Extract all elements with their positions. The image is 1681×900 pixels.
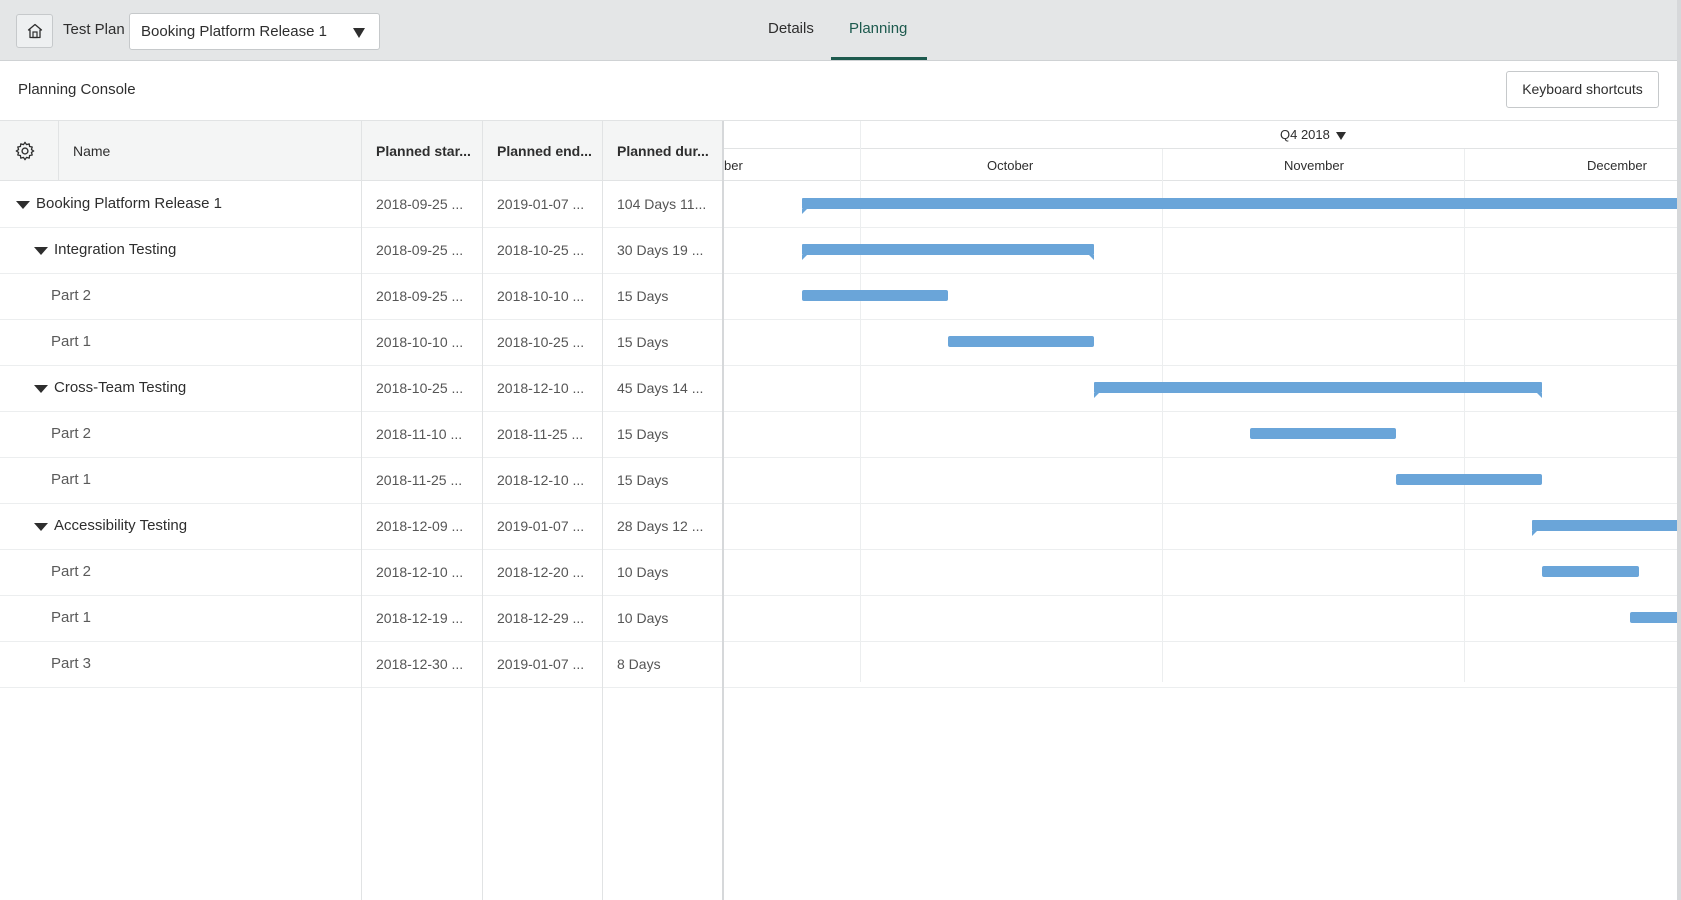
row-name: Part 1 [51,333,92,350]
gear-icon[interactable] [14,140,36,162]
top-bar: Test Plan Booking Platform Release 1 Det… [0,0,1681,61]
row-planned-start: 2018-12-30 ... [376,656,464,672]
task-grid: Name Planned star... Planned end... Plan… [0,121,724,900]
row-planned-start: 2018-09-25 ... [376,288,464,304]
column-header-name[interactable]: Name [73,143,110,159]
row-name: Part 1 [51,609,92,626]
month-label: ber [724,158,743,173]
caret-down-icon [353,28,365,38]
month-label: November [1284,158,1344,173]
row-planned-start: 2018-12-10 ... [376,564,464,580]
gantt-summary-bar[interactable] [1532,520,1681,536]
gantt-row [724,596,1681,642]
scrollbar[interactable] [1677,0,1681,900]
active-tab-indicator [831,57,927,60]
quarter-selector[interactable]: Q4 2018 [1280,127,1346,142]
gantt-summary-bar[interactable] [1093,382,1543,398]
row-planned-end: 2018-12-29 ... [497,610,585,626]
column-header-planned-duration[interactable]: Planned dur... [617,143,709,159]
gantt-row [724,642,1681,688]
triangle-down-icon[interactable] [34,385,48,393]
gantt-row [724,412,1681,458]
column-header-planned-start[interactable]: Planned star... [376,143,471,159]
row-planned-start: 2018-09-25 ... [376,196,464,212]
row-planned-duration: 15 Days [617,472,669,488]
grid-settings-cell[interactable] [0,121,59,181]
gantt-task-bar[interactable] [1249,428,1396,439]
row-planned-duration: 15 Days [617,426,669,442]
row-name: Accessibility Testing [54,517,188,534]
keyboard-shortcuts-button[interactable]: Keyboard shortcuts [1506,71,1659,108]
quarter-label: Q4 2018 [1280,127,1330,142]
row-name: Cross-Team Testing [54,379,187,396]
test-plan-select-value: Booking Platform Release 1 [141,23,327,40]
row-planned-duration: 28 Days 12 ... [617,518,704,534]
row-planned-end: 2018-10-25 ... [497,334,585,350]
row-planned-start: 2018-09-25 ... [376,242,464,258]
caret-down-icon [1335,131,1346,140]
gantt-task-bar[interactable] [1541,566,1640,577]
row-planned-start: 2018-10-10 ... [376,334,464,350]
planning-console-title: Planning Console [18,81,136,98]
row-planned-duration: 10 Days [617,564,669,580]
gantt-summary-bar[interactable] [801,198,1681,214]
row-name: Part 3 [51,655,92,672]
row-planned-end: 2019-01-07 ... [497,196,585,212]
row-name: Booking Platform Release 1 [36,195,222,212]
column-header-planned-end[interactable]: Planned end... [497,143,592,159]
gantt-quarter-header: Q4 2018 [724,121,1681,149]
gantt-chart: Q4 2018 ber October November December [724,121,1681,900]
row-name: Part 2 [51,563,92,580]
row-name: Part 2 [51,425,92,442]
app-frame: Test Plan Booking Platform Release 1 Det… [0,0,1681,900]
triangle-down-icon[interactable] [34,523,48,531]
row-planned-end: 2018-12-10 ... [497,380,585,396]
gantt-task-bar[interactable] [1629,612,1681,623]
row-planned-end: 2018-10-10 ... [497,288,585,304]
row-planned-start: 2018-11-10 ... [376,426,463,442]
gantt-task-bar[interactable] [801,290,948,301]
gantt-month-header: ber October November December [724,149,1681,181]
row-planned-end: 2018-11-25 ... [497,426,584,442]
row-planned-duration: 15 Days [617,288,669,304]
tab-planning[interactable]: Planning [849,20,907,37]
row-planned-end: 2019-01-07 ... [497,656,585,672]
row-planned-end: 2018-12-20 ... [497,564,585,580]
home-button[interactable] [16,14,53,48]
column-divider[interactable] [482,121,483,900]
gantt-row [724,320,1681,366]
test-plan-select[interactable]: Booking Platform Release 1 [129,13,380,50]
row-planned-duration: 45 Days 14 ... [617,380,704,396]
gantt-summary-bar[interactable] [801,244,1095,260]
row-planned-end: 2018-10-25 ... [497,242,585,258]
gantt-task-bar[interactable] [1395,474,1542,485]
test-plan-label: Test Plan [63,21,125,38]
month-label: October [987,158,1034,173]
row-planned-end: 2018-12-10 ... [497,472,585,488]
triangle-down-icon[interactable] [16,201,30,209]
tab-details[interactable]: Details [768,20,814,37]
home-icon [27,23,42,39]
row-planned-start: 2018-12-19 ... [376,610,464,626]
row-name: Part 2 [51,287,92,304]
gantt-row [724,550,1681,596]
row-planned-start: 2018-10-25 ... [376,380,464,396]
triangle-down-icon[interactable] [34,247,48,255]
row-planned-start: 2018-11-25 ... [376,472,463,488]
row-planned-duration: 8 Days [617,656,661,672]
column-divider[interactable] [361,121,362,900]
row-planned-end: 2019-01-07 ... [497,518,585,534]
row-planned-duration: 104 Days 11... [617,196,707,212]
row-planned-start: 2018-12-09 ... [376,518,464,534]
row-planned-duration: 10 Days [617,610,669,626]
row-planned-duration: 30 Days 19 ... [617,242,704,258]
column-divider[interactable] [602,121,603,900]
row-planned-duration: 15 Days [617,334,669,350]
month-label: December [1587,158,1647,173]
row-name: Integration Testing [54,241,177,258]
gantt-task-bar[interactable] [947,336,1094,347]
row-name: Part 1 [51,471,92,488]
